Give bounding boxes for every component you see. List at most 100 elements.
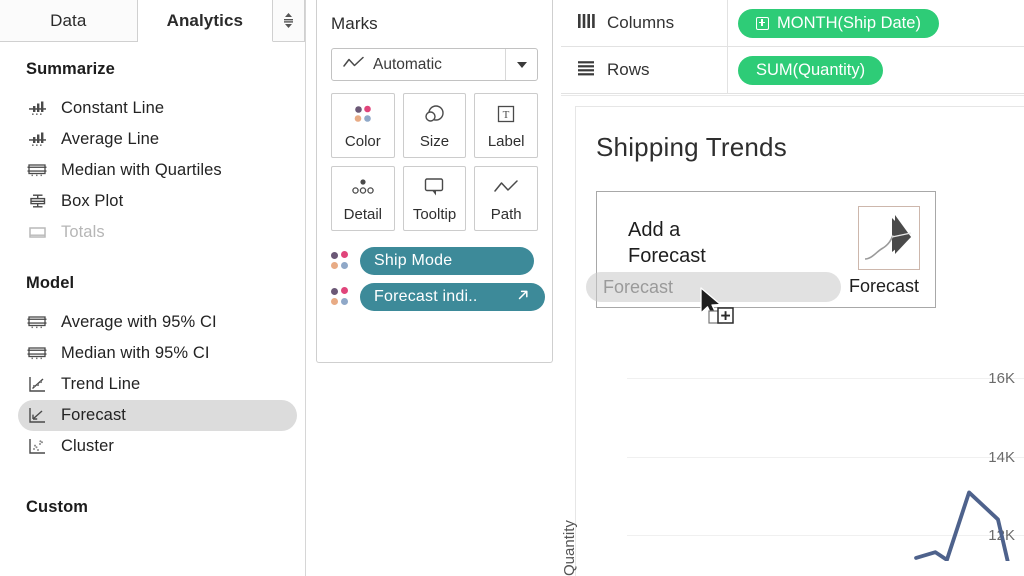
analytics-item-median-with-quartiles[interactable]: Median with Quartiles — [0, 155, 297, 186]
totals-icon — [26, 223, 48, 243]
summarize-list: Constant Line Average Line Median with Q… — [0, 93, 305, 248]
color-dots-icon — [351, 102, 375, 126]
label-t-icon: T — [495, 102, 517, 126]
marks-pill-row: Forecast indi.. — [331, 283, 552, 311]
box-plot-icon — [26, 192, 48, 212]
analytics-pane: Data Analytics Summarize Constant Line A… — [0, 0, 306, 576]
marks-button-label: Tooltip — [412, 205, 457, 223]
line-chart-icon — [343, 56, 364, 74]
path-line-icon — [493, 175, 519, 199]
analytics-item-totals: Totals — [0, 217, 297, 248]
y-axis-title: Quantity — [561, 520, 578, 576]
shelf-pill-month-ship-date[interactable]: MONTH(Ship Date) — [738, 8, 939, 38]
marks-pill-list: Ship Mode Forecast indi.. — [331, 247, 552, 311]
trend-line-icon — [26, 375, 48, 395]
marks-pill-row: Ship Mode — [331, 247, 552, 275]
analytics-item-median-with-95-ci[interactable]: Median with 95% CI — [0, 338, 297, 369]
analytics-item-label: Cluster — [61, 437, 114, 455]
svg-text:T: T — [503, 109, 510, 121]
detail-dots-icon — [349, 175, 377, 199]
marks-pill-label: Forecast indi.. — [374, 288, 478, 305]
marks-button-tooltip[interactable]: Tooltip — [402, 166, 467, 231]
analytics-item-label: Box Plot — [61, 192, 124, 210]
analytics-item-cluster[interactable]: Cluster — [0, 431, 297, 462]
columns-shelf-label-wrap: Columns — [561, 0, 728, 46]
sort-updown-icon[interactable] — [273, 0, 305, 41]
analytics-item-average-with-95-ci[interactable]: Average with 95% CI — [0, 307, 297, 338]
average-ci-icon — [26, 313, 48, 333]
median-quartiles-icon — [26, 161, 48, 181]
marks-button-detail[interactable]: Detail — [331, 166, 395, 231]
shelf-pill-label: MONTH(Ship Date) — [777, 13, 921, 32]
chevron-down-icon[interactable] — [505, 49, 537, 80]
columns-shelf[interactable]: Columns MONTH(Ship Date) — [561, 0, 1024, 47]
forecast-icon — [26, 406, 48, 426]
marks-card: Marks Automatic Color Size T Label Detai… — [316, 0, 553, 363]
marks-button-size[interactable]: Size — [402, 93, 467, 158]
pane-tab-bar: Data Analytics — [0, 0, 305, 42]
analytics-item-trend-line[interactable]: Trend Line — [0, 369, 297, 400]
color-dots-icon — [331, 251, 351, 271]
marks-button-label: Color — [344, 132, 381, 150]
model-list: Average with 95% CI Median with 95% CI T… — [0, 307, 305, 462]
marks-button-path[interactable]: Path — [474, 166, 538, 231]
cluster-icon — [26, 437, 48, 457]
shelf-area: Columns MONTH(Ship Date) Rows SUM(Quanti… — [561, 0, 1024, 94]
analytics-sections: Summarize Constant Line Average Line Med… — [0, 42, 305, 517]
marks-button-label: Path — [490, 205, 522, 223]
analytics-item-label: Constant Line — [61, 99, 165, 117]
marks-pill-forecast-indicator[interactable]: Forecast indi.. — [360, 283, 545, 311]
analytics-item-forecast[interactable]: Forecast — [18, 400, 297, 431]
rows-shelf-label: Rows — [607, 60, 650, 79]
marks-button-label: Detail — [343, 205, 382, 223]
constant-line-icon — [26, 99, 48, 119]
analytics-item-label: Forecast — [61, 406, 126, 424]
section-title-custom: Custom — [26, 498, 89, 516]
tableau-worksheet-window: Data Analytics Summarize Constant Line A… — [0, 0, 1024, 576]
rows-shelf-label-wrap: Rows — [561, 47, 728, 93]
viz-canvas: Shipping Trends 16K 14K 12K Quantity Add… — [561, 95, 1024, 576]
marks-button-label-text: Label — [487, 132, 525, 150]
marks-button-label: Size — [419, 132, 450, 150]
rows-shelf-dropzone[interactable]: SUM(Quantity) — [728, 47, 1024, 93]
analytics-item-constant-line[interactable]: Constant Line — [0, 93, 297, 124]
section-title-summarize: Summarize — [26, 60, 115, 78]
viz-inner: Shipping Trends 16K 14K 12K Quantity Add… — [561, 106, 1024, 576]
section-title-model: Model — [26, 274, 75, 292]
analytics-item-box-plot[interactable]: Box Plot — [0, 186, 297, 217]
shelf-pill-sum-quantity[interactable]: SUM(Quantity) — [738, 55, 884, 85]
line-chart — [914, 490, 1010, 561]
analytics-item-label: Median with Quartiles — [61, 161, 222, 179]
shelf-pill-label: SUM(Quantity) — [756, 60, 866, 79]
marks-pill-label: Ship Mode — [374, 252, 453, 269]
analytics-item-average-line[interactable]: Average Line — [0, 124, 297, 155]
tab-analytics[interactable]: Analytics — [137, 0, 274, 42]
marks-property-buttons: Color Size T Label Detail Tooltip Path — [331, 93, 538, 231]
marks-pill-ship-mode[interactable]: Ship Mode — [360, 247, 534, 275]
expand-plus-icon[interactable] — [756, 16, 769, 30]
mark-type-dropdown[interactable]: Automatic — [331, 48, 538, 81]
analytics-item-label: Trend Line — [61, 375, 141, 393]
size-circles-icon — [421, 102, 447, 126]
mark-type-value: Automatic — [373, 55, 442, 73]
tab-data[interactable]: Data — [0, 0, 138, 41]
columns-icon — [577, 13, 595, 34]
average-line-icon — [26, 130, 48, 150]
rows-shelf[interactable]: Rows SUM(Quantity) — [561, 47, 1024, 94]
analytics-item-label: Median with 95% CI — [61, 344, 210, 362]
marks-button-color[interactable]: Color — [331, 93, 395, 158]
drop-target-caption: Forecast — [848, 276, 919, 296]
mark-type-value-wrap: Automatic — [332, 49, 505, 80]
rows-icon — [577, 60, 595, 81]
marks-button-label[interactable]: T Label — [474, 93, 538, 158]
columns-shelf-label: Columns — [607, 13, 675, 32]
forecast-cone-thumbnail — [858, 206, 920, 270]
drop-target-title: Add a Forecast — [628, 219, 706, 267]
columns-shelf-dropzone[interactable]: MONTH(Ship Date) — [728, 0, 1024, 46]
analytics-item-label: Totals — [61, 223, 105, 241]
median-ci-icon — [26, 344, 48, 364]
tooltip-bubble-icon — [422, 175, 446, 199]
analytics-item-label: Average Line — [61, 130, 160, 148]
color-dots-icon — [331, 287, 351, 307]
arrow-cursor-with-add-badge — [697, 287, 749, 329]
